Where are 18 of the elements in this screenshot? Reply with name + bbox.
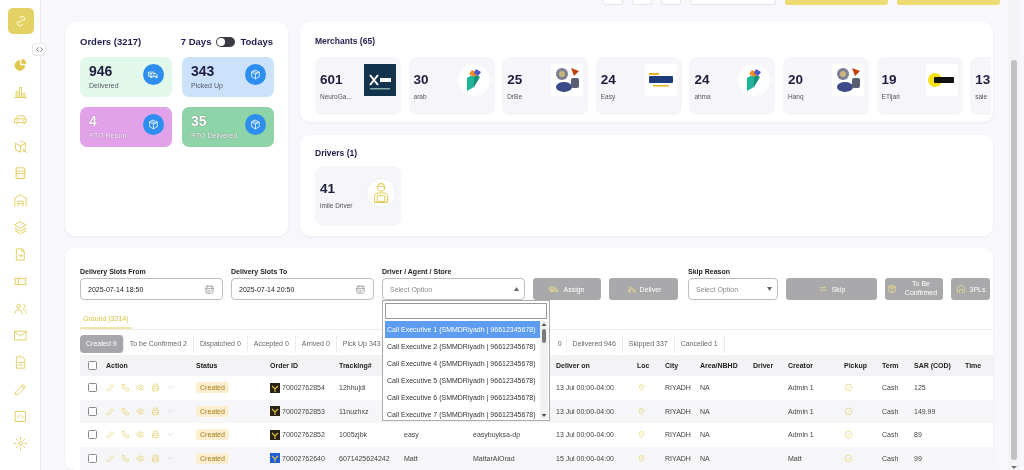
- merchant-count: 30: [413, 72, 429, 87]
- card-title: Orders (3217): [80, 36, 142, 47]
- stat-value: 35: [191, 113, 208, 129]
- range-label: Todays: [240, 36, 273, 47]
- merchant-count: 25: [507, 72, 523, 87]
- merchant-count: 601: [320, 72, 344, 87]
- merchant-count: 19: [881, 72, 898, 87]
- range-label: 7 Days: [180, 36, 212, 47]
- driver-count: 41: [320, 181, 337, 196]
- merchant-count: 20: [787, 72, 804, 87]
- card-title: Drivers (1): [315, 148, 359, 158]
- merchant-count: 24: [694, 72, 711, 87]
- merchant-count: 24: [600, 72, 616, 87]
- stat-value: 946: [89, 63, 114, 79]
- stat-value: 4: [89, 113, 98, 129]
- card-title: Merchants (65): [315, 36, 376, 46]
- merchant-count: 13: [975, 72, 991, 87]
- stat-value: 343: [191, 63, 216, 79]
